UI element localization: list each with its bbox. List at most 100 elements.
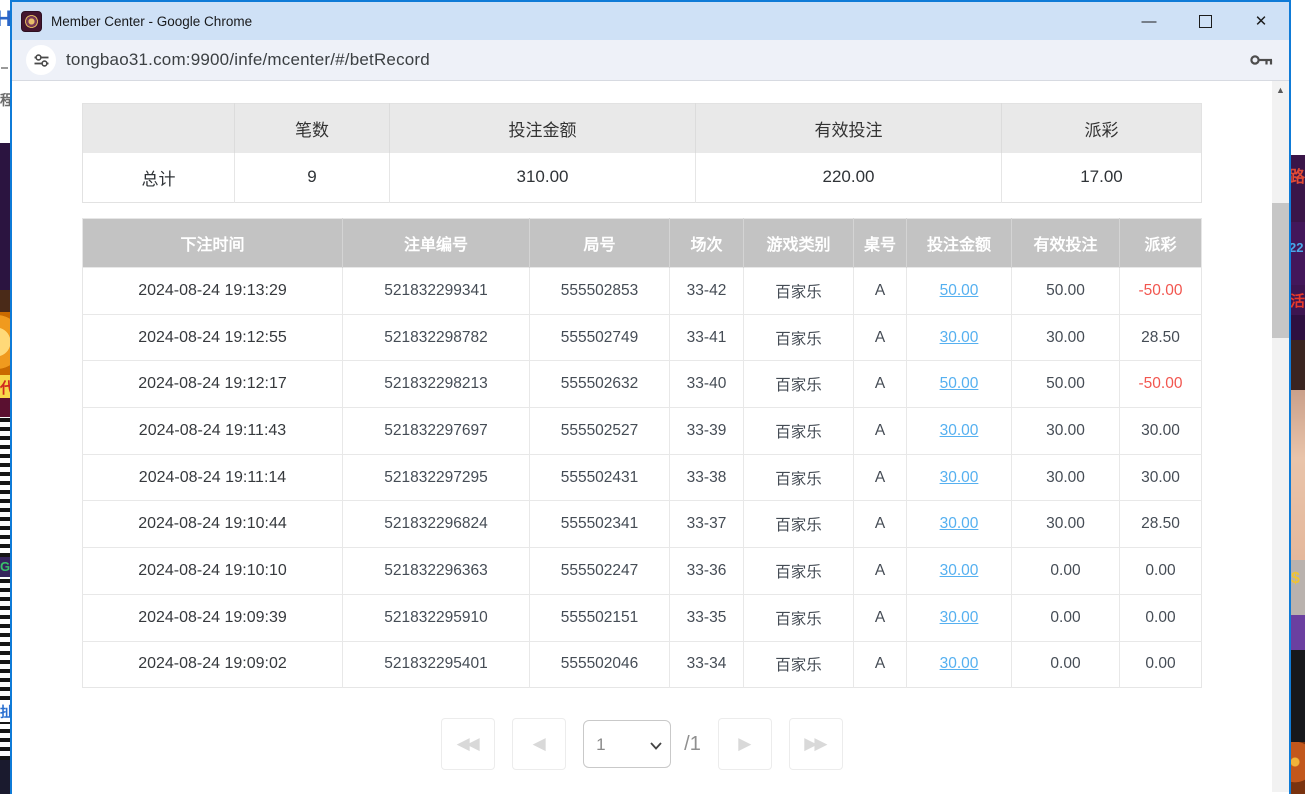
key-icon (1249, 51, 1275, 69)
bet-amount: 30.00 (907, 454, 1012, 501)
background-block: 活 (1291, 285, 1305, 315)
game-type: 百家乐 (744, 454, 854, 501)
table-no: A (854, 314, 907, 361)
bet-amount-link[interactable]: 30.00 (940, 469, 979, 486)
table-row: 2024-08-24 19:12:55521832298782555502749… (83, 314, 1202, 361)
round-id: 555502341 (530, 501, 670, 548)
session: 33-37 (670, 501, 744, 548)
chrome-popup-window: Member Center - Google Chrome — ✕ tongba… (10, 0, 1291, 794)
col-bet-amount: 投注金额 (907, 219, 1012, 268)
col-valid-bet: 有效投注 (1012, 219, 1120, 268)
table-no: A (854, 268, 907, 315)
scroll-up-icon[interactable]: ▲ (1272, 81, 1289, 95)
bet-amount: 30.00 (907, 594, 1012, 641)
screen: H 程 代 GF 扯 路 22 活 $ Member Center - Goog… (0, 0, 1305, 794)
bet-time: 2024-08-24 19:12:17 (83, 361, 343, 408)
bet-amount-link[interactable]: 30.00 (940, 655, 979, 672)
bet-amount-link[interactable]: 30.00 (940, 422, 979, 439)
page-select[interactable]: 1 (583, 720, 671, 768)
bet-amount-link[interactable]: 30.00 (940, 329, 979, 346)
background-block: $ (1291, 560, 1305, 615)
bet-table-body: 2024-08-24 19:13:29521832299341555502853… (83, 268, 1202, 688)
valid-bet: 30.00 (1012, 501, 1120, 548)
bet-amount-link[interactable]: 30.00 (940, 515, 979, 532)
background-page-right: 路 22 活 $ (1291, 0, 1305, 794)
first-page-button[interactable]: ◀◀ (441, 718, 495, 770)
window-title: Member Center - Google Chrome (51, 14, 1121, 29)
round-id: 555502853 (530, 268, 670, 315)
payout: 0.00 (1120, 548, 1202, 595)
bet-id: 521832298782 (343, 314, 530, 361)
background-block: 22 (1291, 222, 1305, 285)
payout: 28.50 (1120, 314, 1202, 361)
vertical-scrollbar[interactable]: ▲ (1272, 81, 1289, 792)
bet-amount-link[interactable]: 30.00 (940, 609, 979, 626)
background-photo-fragment (1291, 390, 1305, 560)
maximize-button[interactable] (1177, 2, 1233, 40)
bet-time: 2024-08-24 19:10:10 (83, 548, 343, 595)
site-favicon-icon (21, 11, 42, 32)
background-block (0, 398, 10, 417)
bet-id: 521832299341 (343, 268, 530, 315)
last-page-button[interactable]: ▶▶ (789, 718, 843, 770)
background-block (0, 143, 10, 290)
minimize-button[interactable]: — (1121, 2, 1177, 40)
close-button[interactable]: ✕ (1233, 2, 1289, 40)
summary-header-count: 笔数 (235, 104, 390, 153)
table-row: 2024-08-24 19:10:10521832296363555502247… (83, 548, 1202, 595)
prev-page-button[interactable]: ◀ (512, 718, 566, 770)
payout: 0.00 (1120, 594, 1202, 641)
summary-header-valid-bet: 有效投注 (696, 104, 1002, 153)
table-no: A (854, 361, 907, 408)
background-text-fragment: 程 (0, 90, 10, 110)
game-type: 百家乐 (744, 641, 854, 688)
round-id: 555502247 (530, 548, 670, 595)
valid-bet: 30.00 (1012, 408, 1120, 455)
bet-time: 2024-08-24 19:12:55 (83, 314, 343, 361)
password-manager-button[interactable] (1241, 51, 1275, 69)
session: 33-38 (670, 454, 744, 501)
session: 33-40 (670, 361, 744, 408)
col-game-type: 游戏类别 (744, 219, 854, 268)
pagination: ◀◀ ◀ 1 /1 ▶ ▶▶ (12, 718, 1272, 770)
table-no: A (854, 501, 907, 548)
valid-bet: 30.00 (1012, 454, 1120, 501)
session: 33-35 (670, 594, 744, 641)
bet-amount-link[interactable]: 50.00 (940, 282, 979, 299)
background-page-left: H 程 代 GF 扯 (0, 0, 10, 794)
bet-amount: 50.00 (907, 268, 1012, 315)
col-payout: 派彩 (1120, 219, 1202, 268)
payout: -50.00 (1120, 268, 1202, 315)
table-row: 2024-08-24 19:09:02521832295401555502046… (83, 641, 1202, 688)
summary-header-corner (83, 104, 235, 153)
valid-bet: 50.00 (1012, 268, 1120, 315)
valid-bet: 0.00 (1012, 641, 1120, 688)
col-round-id: 局号 (530, 219, 670, 268)
bet-id: 521832295401 (343, 641, 530, 688)
bet-amount-link[interactable]: 50.00 (940, 375, 979, 392)
next-page-button[interactable]: ▶ (718, 718, 772, 770)
game-type: 百家乐 (744, 361, 854, 408)
summary-total-label: 总计 (83, 153, 235, 203)
valid-bet: 0.00 (1012, 548, 1120, 595)
background-qr-fragment (0, 417, 10, 557)
bet-amount: 30.00 (907, 408, 1012, 455)
bet-record-table: 下注时间 注单编号 局号 场次 游戏类别 桌号 投注金额 有效投注 派彩 202… (82, 218, 1202, 688)
table-row: 2024-08-24 19:12:17521832298213555502632… (83, 361, 1202, 408)
game-type: 百家乐 (744, 594, 854, 641)
summary-total-count: 9 (235, 153, 390, 203)
tune-icon (33, 52, 50, 69)
round-id: 555502632 (530, 361, 670, 408)
bet-table-header-row: 下注时间 注单编号 局号 场次 游戏类别 桌号 投注金额 有效投注 派彩 (83, 219, 1202, 268)
url-text[interactable]: tongbao31.com:9900/infe/mcenter/#/betRec… (66, 50, 1241, 70)
background-dash (1, 67, 8, 69)
background-coin-fragment (0, 312, 10, 375)
bet-amount-link[interactable]: 30.00 (940, 562, 979, 579)
round-id: 555502046 (530, 641, 670, 688)
bet-time: 2024-08-24 19:09:39 (83, 594, 343, 641)
site-settings-button[interactable] (26, 45, 56, 75)
col-table-no: 桌号 (854, 219, 907, 268)
titlebar: Member Center - Google Chrome — ✕ (12, 2, 1289, 40)
maximize-icon (1199, 15, 1212, 28)
scrollbar-thumb[interactable] (1272, 203, 1289, 338)
